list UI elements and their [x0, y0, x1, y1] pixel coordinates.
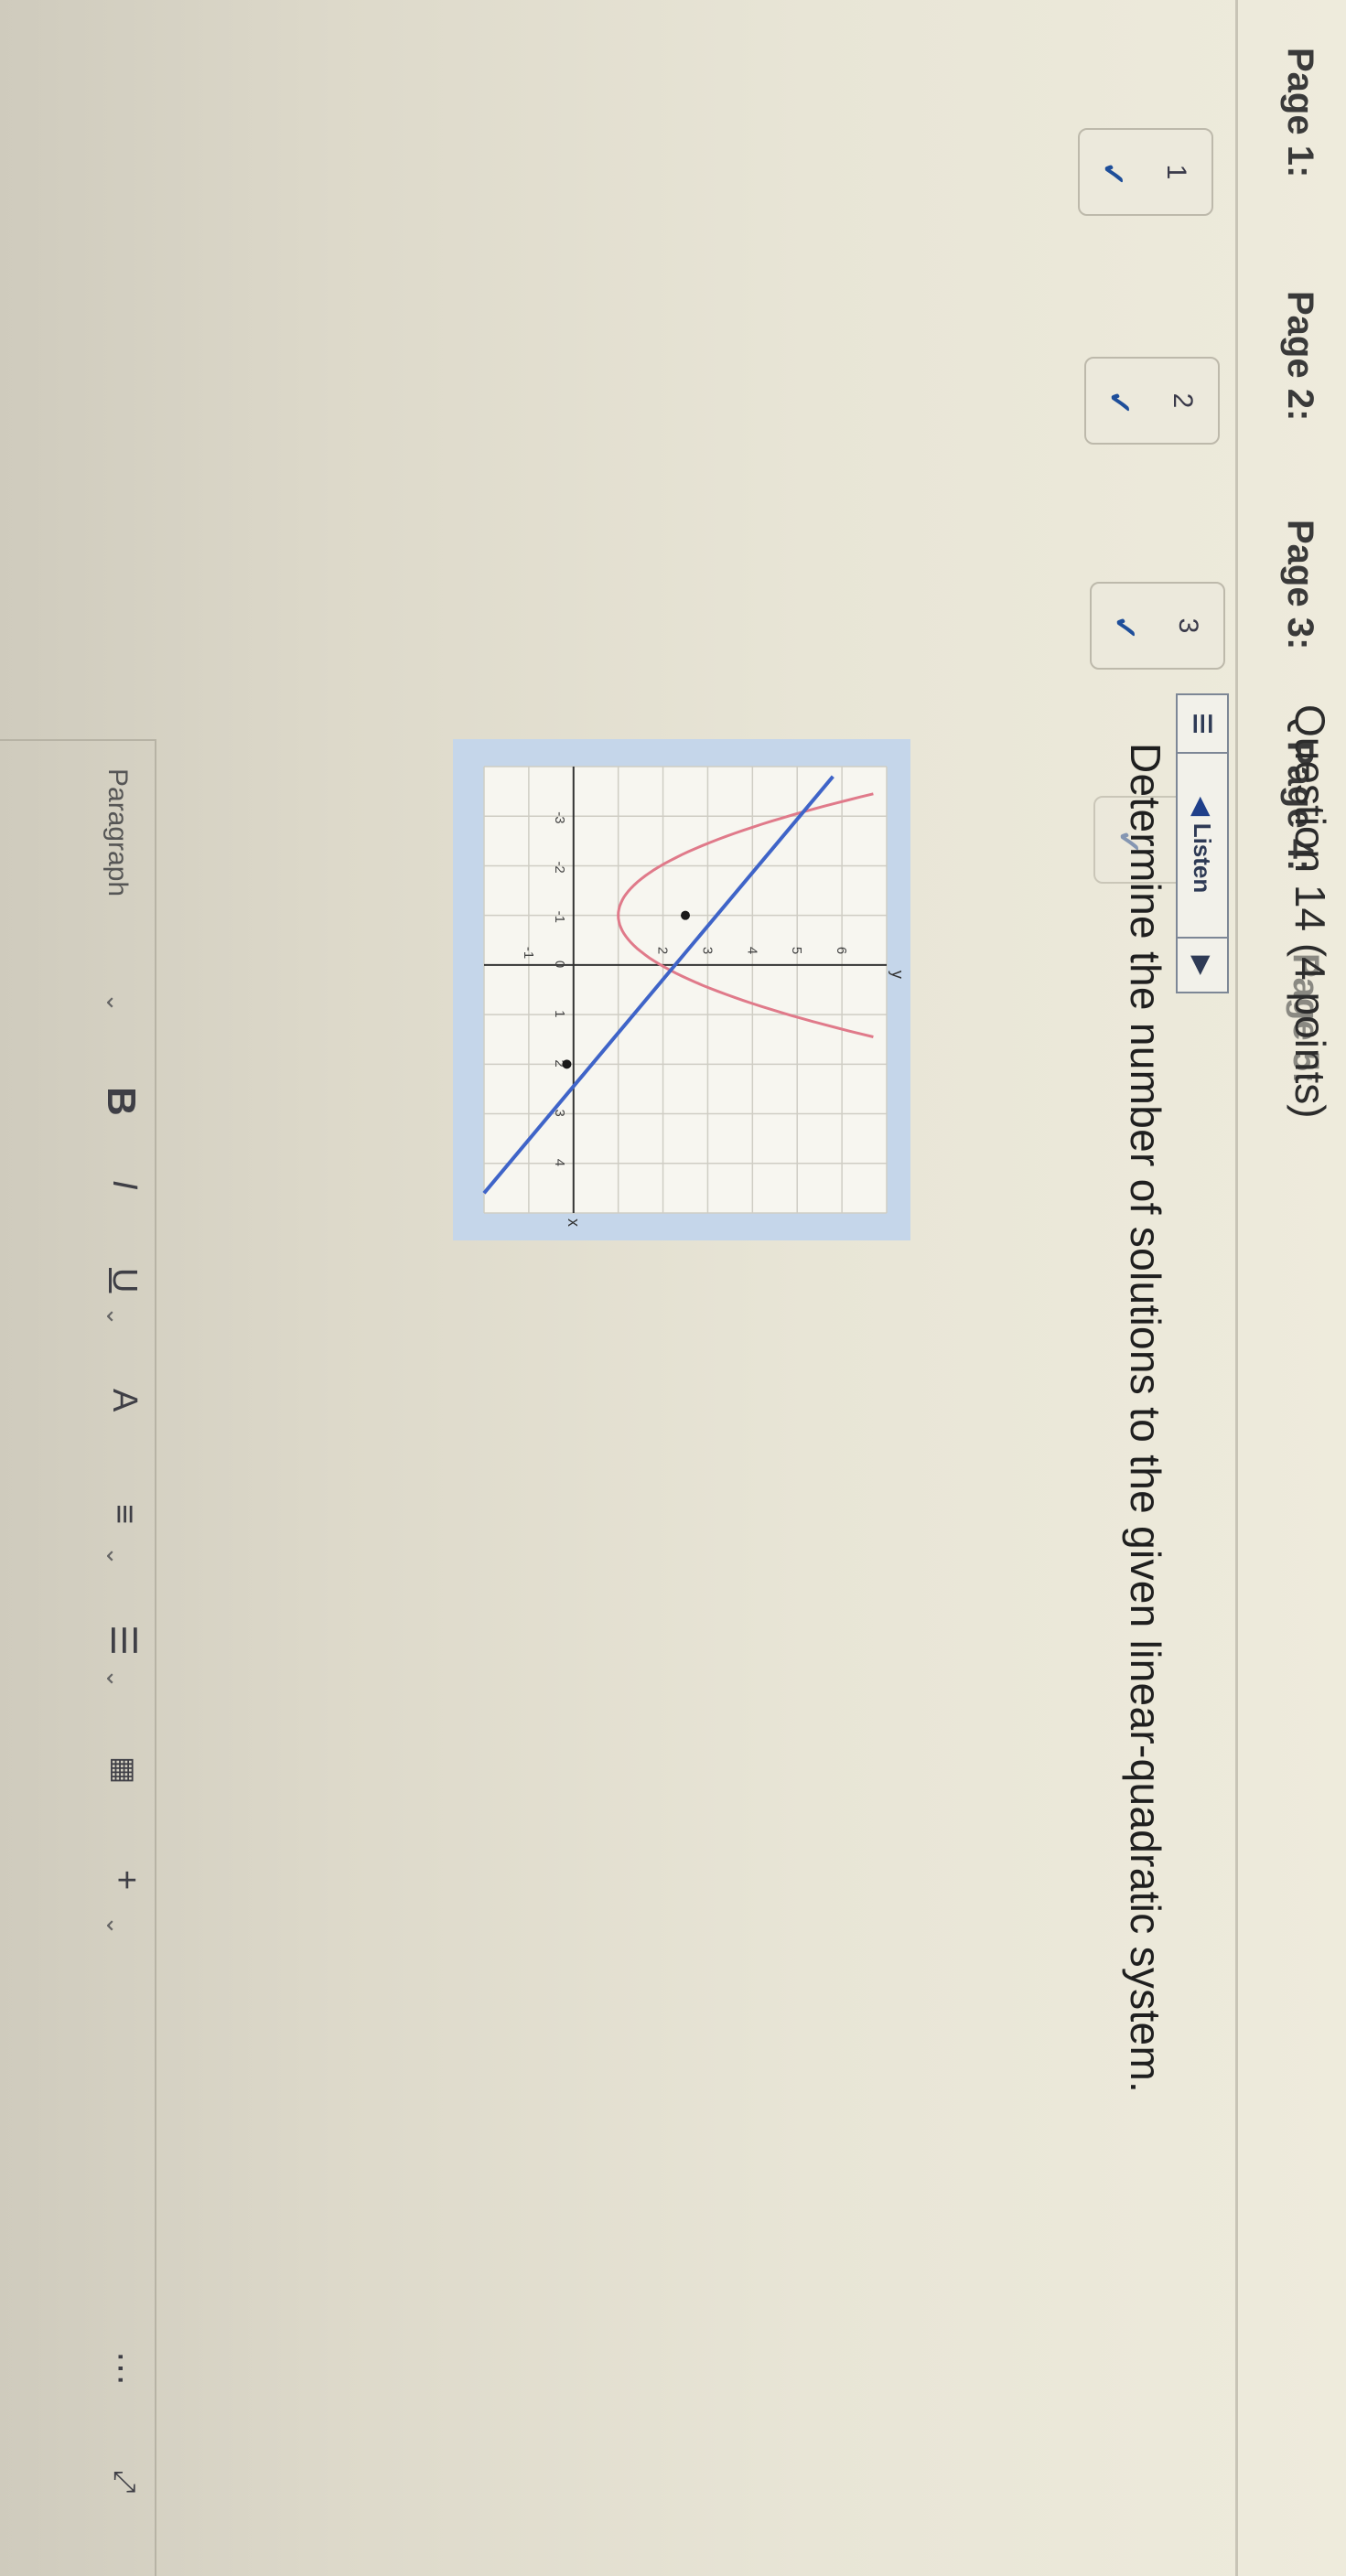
- question-nav-1[interactable]: 1 ✓: [1078, 128, 1213, 216]
- top-divider: [1235, 0, 1238, 2576]
- text-style-button[interactable]: A: [104, 1389, 144, 1411]
- insert-icon[interactable]: +: [106, 1870, 145, 1890]
- y-axis-label: y: [888, 971, 907, 979]
- question-prompt: Determine the number of solutions to the…: [1122, 743, 1169, 2094]
- paragraph-style-label: Paragraph: [102, 768, 133, 897]
- paragraph-style-dropdown[interactable]: Paragraph: [102, 768, 133, 896]
- y-tick-label: 2: [655, 947, 671, 954]
- list-icon[interactable]: ☰: [102, 1625, 144, 1656]
- x-tick-label: 4: [552, 1159, 567, 1166]
- bold-button[interactable]: B: [98, 1087, 144, 1116]
- y-tick-label: 4: [744, 947, 759, 954]
- fullscreen-icon[interactable]: ⤢: [107, 2470, 142, 2494]
- listen-menu-button[interactable]: ☰: [1178, 695, 1227, 754]
- check-icon: ✓: [1102, 390, 1136, 416]
- table-icon[interactable]: ▦: [107, 1756, 142, 1784]
- underline-button[interactable]: U: [104, 1268, 144, 1293]
- listen-toolbar: ☰ ◀ Listen ▶: [1176, 693, 1229, 993]
- listen-button[interactable]: ◀ Listen: [1178, 754, 1227, 939]
- chevron-down-icon[interactable]: ⌄: [101, 993, 129, 1013]
- x-axis-label: x: [565, 1218, 583, 1227]
- more-icon[interactable]: ⋯: [101, 2351, 142, 2386]
- page-label-2: Page 2:: [1280, 291, 1320, 422]
- x-tick-label: -3: [552, 811, 567, 823]
- app-stage: Page 1: 1 ✓ Page 2: 2 ✓ Page 3: 3 ✓ Page…: [0, 0, 1346, 2576]
- question-nav-3[interactable]: 3 ✓: [1090, 582, 1225, 670]
- check-icon: ✓: [1107, 615, 1142, 641]
- intersection-point: [562, 1059, 572, 1069]
- x-tick-label: -2: [552, 861, 567, 873]
- page-label-3: Page 3:: [1280, 520, 1320, 650]
- x-tick-label: -1: [552, 911, 567, 923]
- y-tick-label: 6: [834, 947, 849, 954]
- italic-button[interactable]: I: [104, 1180, 144, 1190]
- intersection-point: [681, 910, 690, 920]
- graph-svg: xy-3-2-101234-1 2 3 4 5 6: [482, 766, 907, 1227]
- listen-label: Listen: [1189, 822, 1217, 894]
- x-tick-label: 1: [552, 1010, 567, 1017]
- x-tick-label: 0: [552, 961, 567, 968]
- question-nav-number: 3: [1173, 617, 1203, 634]
- chevron-down-icon[interactable]: ⌄: [101, 1916, 129, 1936]
- system-graph: x y -3 -2 -1 0 1 2 3 4 -1 2 3 4 5 6: [453, 739, 910, 1240]
- chevron-down-icon[interactable]: ⌄: [101, 1306, 129, 1326]
- menu-icon: ☰: [1189, 713, 1217, 735]
- chevron-down-icon[interactable]: ⌄: [101, 1546, 129, 1566]
- speaker-icon: ◀: [1189, 797, 1217, 816]
- question-nav-number: 1: [1161, 164, 1191, 180]
- y-tick-label: 5: [789, 947, 804, 954]
- plot-area: [484, 767, 887, 1213]
- question-header: Question 14 (4 points): [1287, 704, 1334, 1119]
- question-nav-number: 2: [1168, 392, 1198, 409]
- y-tick-label: -1: [521, 947, 536, 959]
- align-icon[interactable]: ≡: [104, 1504, 144, 1524]
- y-tick-label: 3: [699, 947, 715, 954]
- listen-dropdown-button[interactable]: ▶: [1178, 939, 1227, 992]
- page-label-1: Page 1:: [1280, 48, 1320, 178]
- check-icon: ✓: [1095, 161, 1130, 188]
- question-nav-2[interactable]: 2 ✓: [1084, 357, 1220, 445]
- answer-editor[interactable]: [0, 739, 156, 2576]
- chevron-down-icon[interactable]: ⌄: [101, 1669, 129, 1689]
- play-icon: ▶: [1189, 956, 1217, 974]
